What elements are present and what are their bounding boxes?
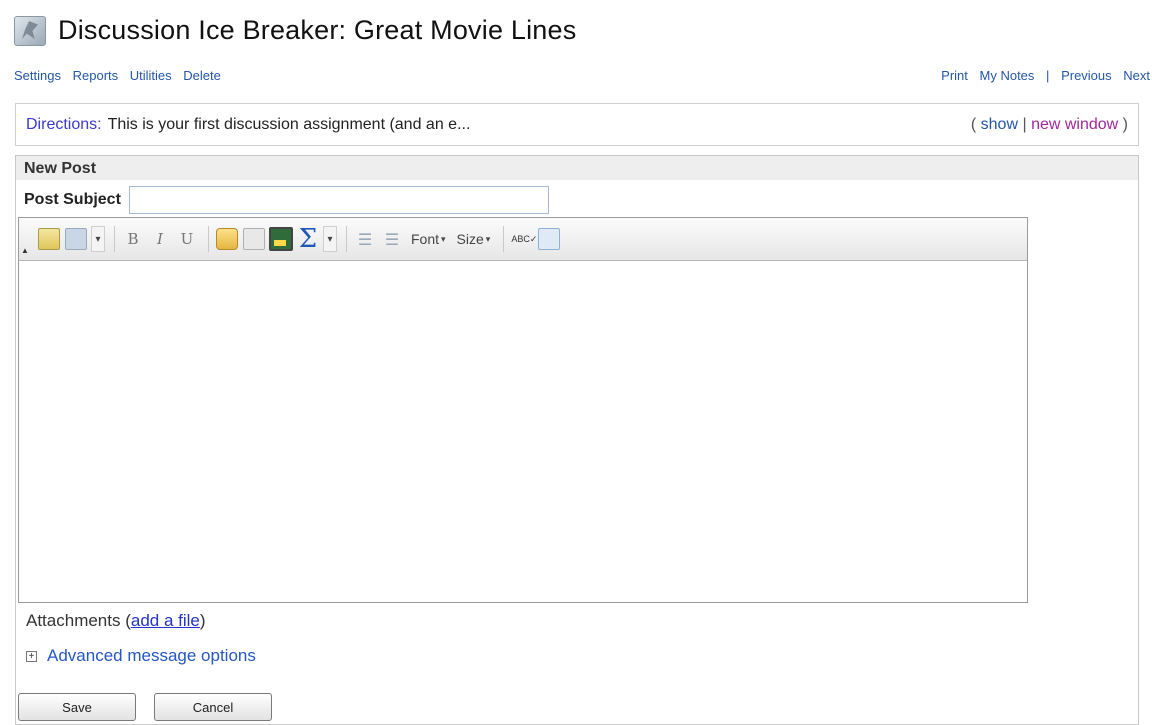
new-post-panel: New Post Post Subject ▲ ▾ B I U Σ ▾ ☰ ☰ …	[15, 155, 1139, 725]
numbered-list-button[interactable]: ☰	[353, 224, 377, 254]
toolbar-separator	[503, 226, 505, 252]
post-subject-input[interactable]	[128, 186, 549, 214]
new-window-link[interactable]: new window	[1031, 116, 1118, 133]
document-icon	[538, 228, 561, 250]
paste-dropdown[interactable]: ▾	[91, 226, 105, 252]
previous-link[interactable]: Previous	[1061, 68, 1112, 83]
italic-button[interactable]: I	[148, 224, 172, 254]
nav-divider: |	[1046, 68, 1050, 83]
utilities-link[interactable]: Utilities	[130, 68, 172, 83]
paste-icon	[38, 228, 60, 250]
paste-button[interactable]	[37, 224, 61, 254]
post-subject-label: Post Subject	[24, 191, 121, 208]
toolbar-separator	[208, 226, 209, 252]
bullet-list-icon: ☰	[384, 229, 400, 249]
print-link[interactable]: Print	[941, 68, 968, 83]
paren-open: (	[970, 115, 977, 133]
directions-label: Directions:	[26, 115, 102, 133]
directions-text: This is your first discussion assignment…	[107, 115, 471, 133]
attachments-label: Attachments (	[26, 611, 131, 630]
paren-close: )	[1122, 115, 1128, 133]
page-navigation: Print My Notes | Previous Next	[941, 68, 1150, 83]
image-icon	[269, 227, 293, 251]
save-button[interactable]: Save	[18, 693, 136, 721]
sigma-icon: Σ	[298, 224, 318, 254]
action-links: Settings Reports Utilities Delete	[14, 68, 229, 83]
attachments-row: Attachments (add a file)	[26, 611, 206, 631]
title-row: Discussion Ice Breaker: Great Movie Line…	[10, 8, 576, 52]
advanced-options-link[interactable]: Advanced message options	[47, 646, 256, 666]
document-button[interactable]	[537, 224, 561, 254]
rich-text-editor: ▲ ▾ B I U Σ ▾ ☰ ☰ Font ▾ Size ▾ ABC✓	[18, 217, 1028, 603]
toolbar-separator	[114, 226, 115, 252]
add-file-link[interactable]: add a file	[131, 611, 200, 630]
toolbar-collapse-icon[interactable]: ▲	[21, 246, 29, 255]
reports-link[interactable]: Reports	[73, 68, 119, 83]
insert-image-button[interactable]	[269, 224, 293, 254]
spellcheck-button[interactable]: ABC✓	[510, 224, 538, 254]
size-label: Size	[456, 231, 484, 247]
page-icon	[243, 228, 265, 250]
directions-divider: |	[1022, 115, 1027, 133]
new-post-header: New Post	[16, 156, 1138, 180]
editor-content-area[interactable]	[19, 261, 1027, 603]
directions-actions: ( show | new window )	[971, 116, 1128, 134]
font-dropdown[interactable]: Font ▾	[407, 224, 450, 254]
subject-row: Post Subject	[24, 186, 549, 214]
page-title: Discussion Ice Breaker: Great Movie Line…	[58, 14, 577, 45]
settings-link[interactable]: Settings	[14, 68, 61, 83]
delete-link[interactable]: Delete	[183, 68, 221, 83]
font-label: Font	[411, 231, 440, 247]
underline-button[interactable]: U	[175, 224, 199, 254]
size-dropdown[interactable]: Size ▾	[453, 224, 495, 254]
insert-file-button[interactable]	[215, 224, 239, 254]
discussion-icon	[10, 12, 50, 48]
folder-icon	[216, 228, 238, 250]
editor-toolbar: ▲ ▾ B I U Σ ▾ ☰ ☰ Font ▾ Size ▾ ABC✓	[19, 218, 1027, 261]
insert-page-button[interactable]	[242, 224, 266, 254]
next-link[interactable]: Next	[1123, 68, 1150, 83]
directions-panel: Directions: This is your first discussio…	[15, 103, 1139, 146]
attachments-suffix: )	[199, 611, 206, 630]
toolbar-separator	[346, 226, 347, 252]
advanced-options-row: + Advanced message options	[26, 646, 256, 666]
spellcheck-icon: ABC✓	[511, 234, 538, 244]
bullet-list-button[interactable]: ☰	[380, 224, 404, 254]
show-link[interactable]: show	[981, 116, 1018, 133]
equation-button[interactable]: Σ	[296, 224, 320, 254]
my-notes-link[interactable]: My Notes	[980, 68, 1035, 83]
expand-icon[interactable]: +	[26, 650, 37, 662]
numbered-list-icon: ☰	[357, 229, 373, 249]
bold-button[interactable]: B	[121, 224, 145, 254]
cancel-button[interactable]: Cancel	[154, 693, 272, 721]
copy-button[interactable]	[64, 224, 88, 254]
copy-icon	[65, 228, 87, 250]
equation-dropdown[interactable]: ▾	[323, 226, 337, 252]
